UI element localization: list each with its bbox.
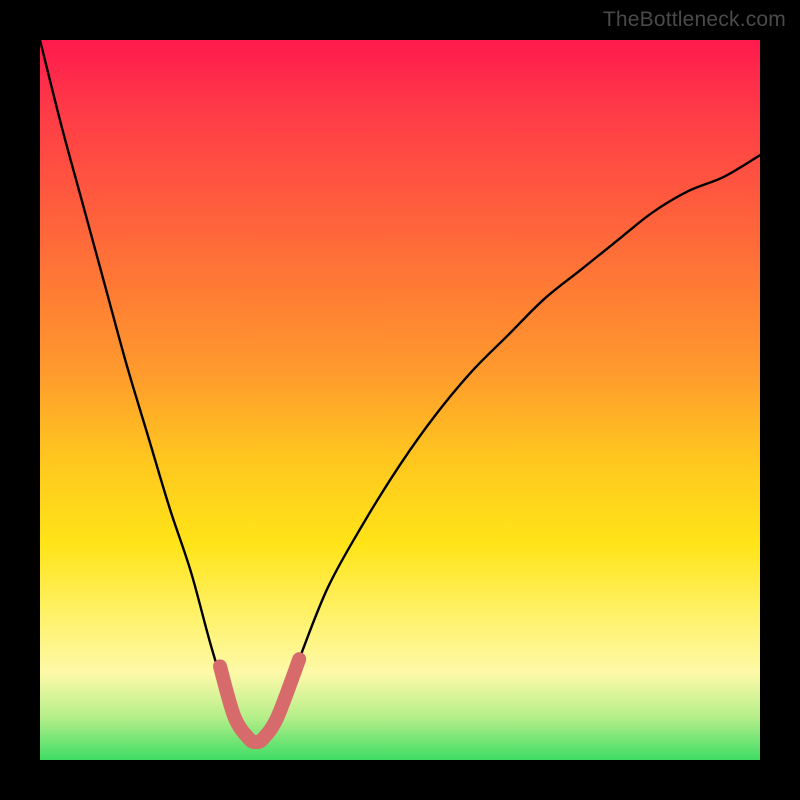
curve-layer — [40, 40, 760, 760]
watermark-text: TheBottleneck.com — [603, 8, 786, 32]
plot-area — [40, 40, 760, 760]
outer-frame: TheBottleneck.com — [0, 0, 800, 800]
black-curve — [40, 40, 760, 738]
pink-highlight — [220, 659, 299, 742]
